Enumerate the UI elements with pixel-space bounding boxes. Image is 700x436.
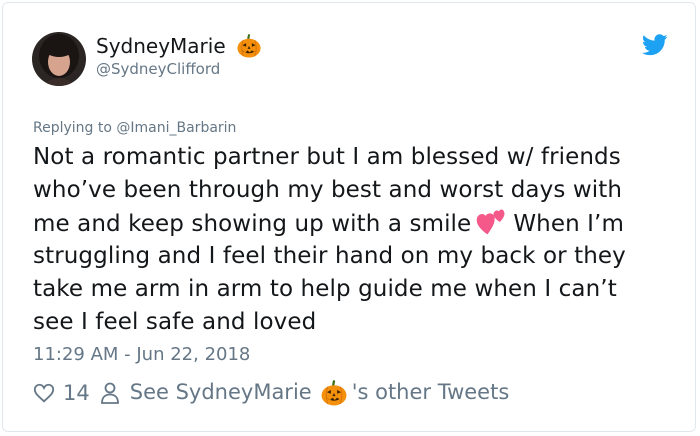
tweet-timestamp[interactable]: 11:29 AM - Jun 22, 2018 [33,344,250,365]
see-other-tweets-link[interactable]: See SydneyMarie 's other Tweets [130,379,510,407]
two-hearts-icon [477,209,505,235]
twitter-bird-icon[interactable] [642,34,668,56]
jack-o-lantern-icon [237,34,261,58]
avatar[interactable] [32,32,86,86]
see-other-tweets-suffix[interactable]: 's other Tweets [352,380,510,404]
heart-icon[interactable] [33,382,55,404]
replying-to-prefix: Replying to [33,120,112,136]
tweet-line: take me arm in arm to help guide me when… [33,276,617,302]
tweet-line: struggling and I feel their hand on my b… [33,243,626,269]
tweet-line: Not a romantic partner but I am blessed … [33,144,621,170]
see-other-tweets-prefix[interactable]: See SydneyMarie [130,380,312,404]
tweet-line-part: me and keep showing up with a smile [33,211,472,237]
jack-o-lantern-icon [321,380,347,406]
tweet-text: Not a romantic partner but I am blessed … [33,141,673,339]
tweet-actions: 14 See SydneyMarie 's other Tweets [33,378,509,408]
person-icon[interactable] [100,382,120,404]
display-name[interactable]: SydneyMarie [96,33,262,59]
replying-to: Replying to @Imani_Barbarin [33,120,236,136]
user-handle[interactable]: @SydneyClifford [96,60,220,78]
display-name-text[interactable]: SydneyMarie [96,34,226,58]
mention-link[interactable]: @Imani_Barbarin [116,120,236,136]
tweet-line: who’ve been through my best and worst da… [33,177,623,203]
tweet-line-with-emoji: me and keep showing up with a smile When… [33,207,673,240]
like-count[interactable]: 14 [63,381,90,405]
tweet-line-part: When I’m [513,211,624,237]
tweet-line: see I feel safe and loved [33,309,317,335]
